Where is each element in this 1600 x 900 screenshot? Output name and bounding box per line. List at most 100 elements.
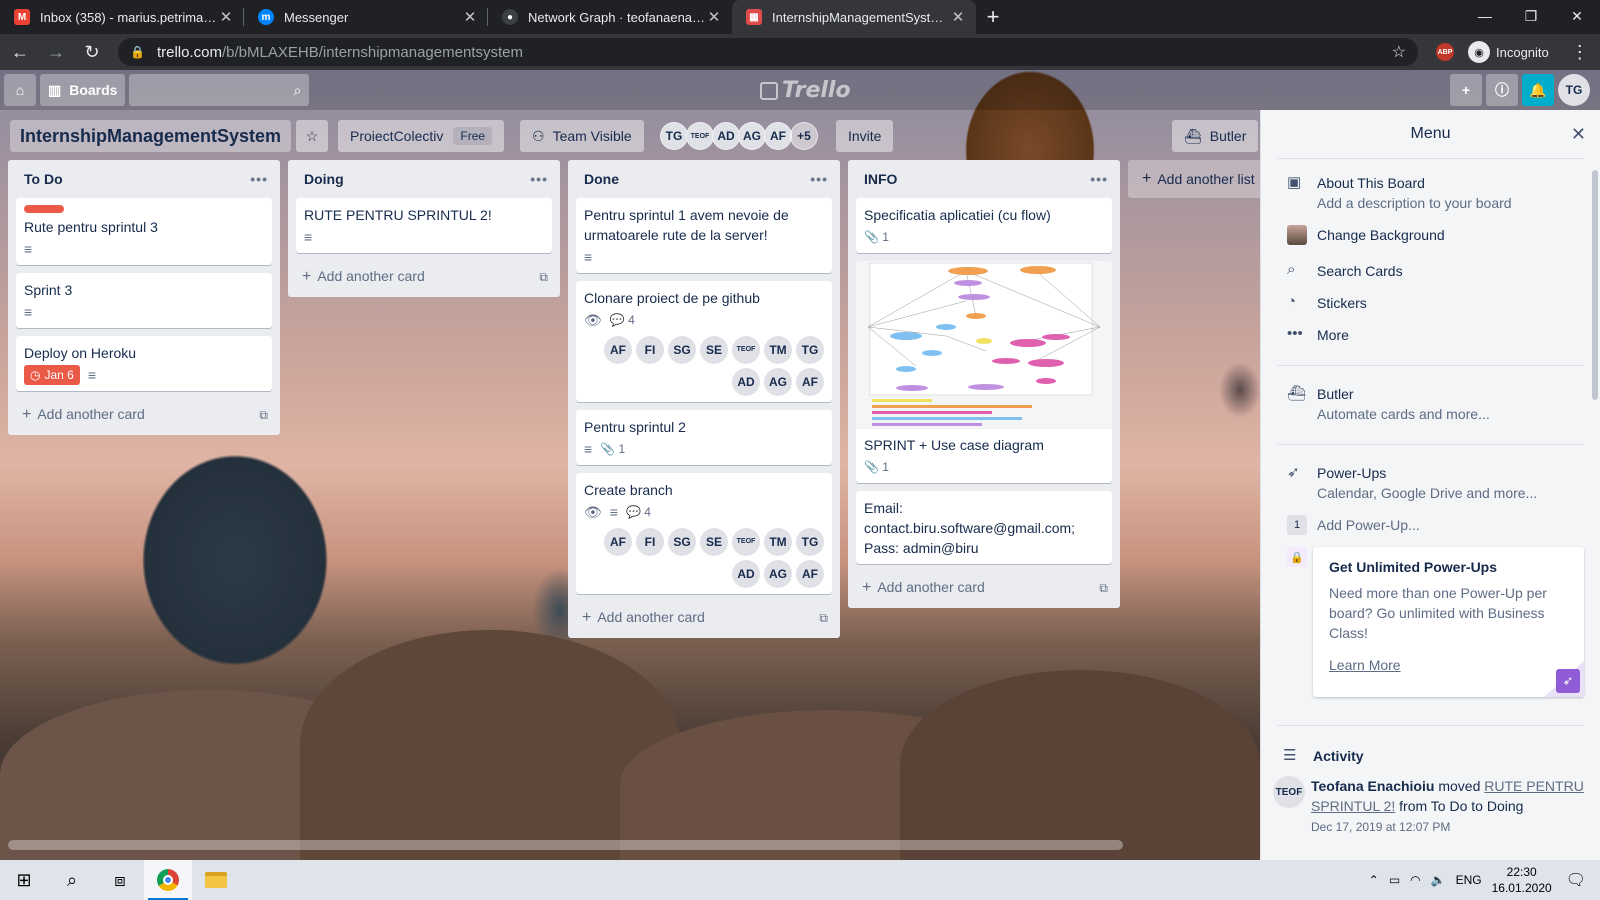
list-header[interactable]: Doing ••• (288, 160, 560, 198)
list-menu-icon[interactable]: ••• (530, 171, 548, 187)
visibility-button[interactable]: ⚇ Team Visible (520, 120, 644, 152)
star-board-button[interactable]: ☆ (296, 120, 328, 152)
minimize-icon[interactable]: — (1462, 0, 1508, 32)
card-member-avatar[interactable]: TEOF (732, 336, 760, 364)
team-button[interactable]: ProiectColectiv Free (338, 120, 505, 152)
add-list-button[interactable]: + Add another list (1128, 160, 1268, 198)
add-card-button[interactable]: + Add another card ⧉ (288, 261, 560, 293)
bookmark-star-icon[interactable]: ☆ (1392, 42, 1406, 62)
add-card-button[interactable]: + Add another card ⧉ (8, 399, 280, 431)
card[interactable]: Pentru sprintul 1 avem nevoie de urmatoa… (576, 198, 832, 273)
volume-icon[interactable]: 🔈 (1431, 873, 1446, 887)
close-icon[interactable]: ✕ (1571, 124, 1586, 145)
new-tab-button[interactable]: + (976, 0, 1010, 34)
home-button[interactable]: ⌂ (4, 74, 36, 106)
card-label-red[interactable] (24, 205, 64, 213)
menu-scrollbar[interactable] (1592, 170, 1598, 400)
card-member-avatar[interactable]: AD (732, 560, 760, 588)
card[interactable]: Clonare proiect de pe github 👁 💬 4 AF FI… (576, 281, 832, 402)
card-member-avatar[interactable]: AG (764, 368, 792, 396)
board-title[interactable]: InternshipManagementSystem (10, 120, 292, 152)
card[interactable]: Email: contact.biru.software@gmail.com; … (856, 491, 1112, 564)
card-member-avatar[interactable]: AF (604, 528, 632, 556)
card[interactable]: Specificatia aplicatiei (cu flow) 📎 1 (856, 198, 1112, 253)
card-template-icon[interactable]: ⧉ (259, 408, 268, 423)
card-member-avatar[interactable]: AF (796, 368, 824, 396)
list-header[interactable]: Done ••• (568, 160, 840, 198)
activity-user[interactable]: Teofana Enachioiu (1311, 778, 1434, 794)
due-date-badge[interactable]: ◷ Jan 6 (24, 365, 80, 385)
list-menu-icon[interactable]: ••• (1090, 171, 1108, 187)
browser-tab-github[interactable]: ● Network Graph · teofanaenachio ✕ (488, 0, 732, 34)
search-icon[interactable]: ⌕ (48, 860, 96, 900)
activity-avatar[interactable]: TEOF (1273, 776, 1305, 808)
card[interactable]: Create branch 👁 ≡ 💬 4 AF FI SG SE TEOF T… (576, 473, 832, 594)
card[interactable]: Deploy on Heroku ◷ Jan 6 ≡ (16, 336, 272, 391)
info-button[interactable]: ⓘ (1486, 74, 1518, 106)
list-menu-icon[interactable]: ••• (810, 171, 828, 187)
notifications-button[interactable]: 🔔 (1522, 74, 1554, 106)
card-member-avatar[interactable]: AF (604, 336, 632, 364)
back-icon[interactable]: ← (4, 36, 36, 68)
member-avatar[interactable]: AF (764, 122, 792, 150)
more-members-button[interactable]: +5 (790, 122, 818, 150)
tab-close-icon[interactable]: ✕ (706, 8, 722, 26)
card-member-avatar[interactable]: TM (764, 336, 792, 364)
card-member-avatar[interactable]: FI (636, 336, 664, 364)
card[interactable]: Pentru sprintul 2 ≡ 📎 1 (576, 410, 832, 465)
member-avatar[interactable]: AD (712, 122, 740, 150)
add-card-button[interactable]: + Add another card ⧉ (848, 572, 1120, 604)
clock[interactable]: 22:30 16.01.2020 (1492, 864, 1552, 896)
language-indicator[interactable]: ENG (1456, 873, 1482, 887)
card-template-icon[interactable]: ⧉ (1099, 581, 1108, 596)
card-template-icon[interactable]: ⧉ (539, 270, 548, 285)
card-member-avatar[interactable]: FI (636, 528, 664, 556)
adblock-icon[interactable]: ABP (1436, 43, 1454, 61)
card-member-avatar[interactable]: SG (668, 336, 696, 364)
list-header[interactable]: To Do ••• (8, 160, 280, 198)
menu-item-search-cards[interactable]: ⌕ Search Cards (1261, 255, 1600, 287)
menu-item-more[interactable]: ••• More (1261, 319, 1600, 351)
notification-center-icon[interactable]: 🗨 (1566, 870, 1586, 890)
invite-button[interactable]: Invite (836, 120, 894, 152)
card-member-avatar[interactable]: SE (700, 528, 728, 556)
horizontal-scrollbar[interactable] (8, 840, 1123, 850)
card-template-icon[interactable]: ⧉ (819, 611, 828, 626)
card-member-avatar[interactable]: SE (700, 336, 728, 364)
task-view-icon[interactable]: ⧈ (96, 860, 144, 900)
butler-button[interactable]: ⛴ Butler (1172, 120, 1259, 152)
chevron-up-icon[interactable]: ⌃ (1369, 873, 1379, 887)
battery-icon[interactable]: ▭ (1389, 873, 1400, 887)
member-avatar[interactable]: TEOF (686, 122, 714, 150)
card[interactable]: SPRINT + Use case diagram 📎 1 (856, 261, 1112, 483)
windows-start-icon[interactable]: ⊞ (0, 860, 48, 900)
incognito-indicator[interactable]: ◉ Incognito (1468, 41, 1549, 63)
card-member-avatar[interactable]: AF (796, 560, 824, 588)
card-member-avatar[interactable]: AD (732, 368, 760, 396)
chrome-taskbar-button[interactable] (144, 860, 192, 900)
card-member-avatar[interactable]: TG (796, 336, 824, 364)
boards-button[interactable]: ▥ Boards (40, 74, 126, 106)
reload-icon[interactable]: ↻ (76, 36, 108, 68)
address-bar[interactable]: 🔒 trello.com/b/bMLAXEHB/internshipmanage… (118, 38, 1418, 66)
card-member-avatar[interactable]: TM (764, 528, 792, 556)
header-search-input[interactable]: ⌕ (129, 74, 310, 106)
tab-close-icon[interactable]: ✕ (218, 8, 234, 26)
card[interactable]: Sprint 3 ≡ (16, 273, 272, 328)
menu-item-change-background[interactable]: Change Background (1261, 219, 1600, 255)
window-close-icon[interactable]: ✕ (1554, 0, 1600, 32)
tab-close-icon[interactable]: ✕ (950, 8, 966, 26)
wifi-icon[interactable]: ◠ (1410, 873, 1420, 887)
card-member-avatar[interactable]: TEOF (732, 528, 760, 556)
browser-tab-gmail[interactable]: M Inbox (358) - marius.petriman@f ✕ (0, 0, 244, 34)
learn-more-link[interactable]: Learn More (1329, 657, 1401, 673)
create-button[interactable]: + (1450, 74, 1482, 106)
list-header[interactable]: INFO ••• (848, 160, 1120, 198)
list-menu-icon[interactable]: ••• (250, 171, 268, 187)
browser-tab-messenger[interactable]: m Messenger ✕ (244, 0, 488, 34)
restore-icon[interactable]: ❐ (1508, 0, 1554, 32)
activity-date[interactable]: Dec 17, 2019 at 12:07 PM (1311, 820, 1450, 834)
card[interactable]: RUTE PENTRU SPRINTUL 2! ≡ (296, 198, 552, 253)
trello-logo[interactable]: Trello (760, 78, 851, 103)
menu-item-stickers[interactable]: ◔ Stickers (1261, 287, 1600, 319)
